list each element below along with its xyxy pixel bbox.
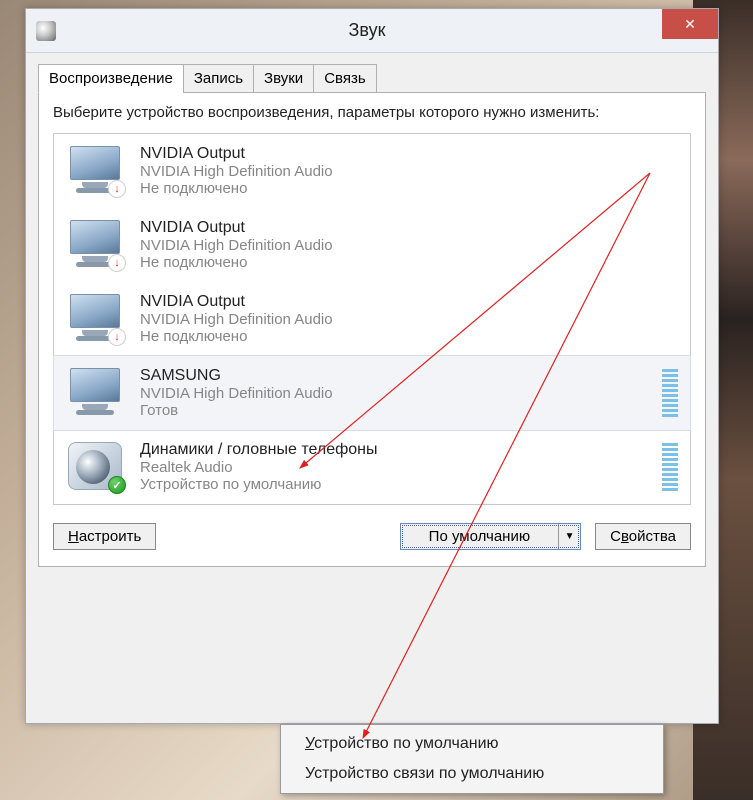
monitor-icon: ↓ bbox=[62, 290, 132, 348]
speaker-icon: ✓ bbox=[62, 438, 132, 496]
device-driver: NVIDIA High Definition Audio bbox=[140, 237, 682, 254]
device-name: NVIDIA Output bbox=[140, 293, 682, 311]
device-row[interactable]: ↓ NVIDIA OutputNVIDIA High Definition Aud… bbox=[54, 208, 690, 282]
device-driver: Realtek Audio bbox=[140, 459, 656, 476]
device-text: NVIDIA OutputNVIDIA High Definition Audi… bbox=[132, 145, 682, 197]
content-area: Воспроизведение Запись Звуки Связь Выбер… bbox=[26, 53, 718, 567]
device-text: Динамики / головные телефоныRealtek Audi… bbox=[132, 441, 656, 493]
device-name: Динамики / головные телефоны bbox=[140, 441, 656, 459]
close-icon: ✕ bbox=[684, 16, 696, 33]
properties-button[interactable]: Свойства bbox=[595, 523, 691, 550]
menu-item-default-device[interactable]: Устройство по умолчанию bbox=[283, 729, 661, 759]
device-row[interactable]: ↓ NVIDIA OutputNVIDIA High Definition Aud… bbox=[54, 134, 690, 208]
device-status: Не подключено bbox=[140, 180, 682, 197]
device-status: Не подключено bbox=[140, 254, 682, 271]
level-meter-icon bbox=[662, 443, 678, 491]
set-default-dropdown-arrow[interactable]: ▼ bbox=[558, 524, 580, 549]
configure-button[interactable]: Настроить bbox=[53, 523, 156, 550]
chevron-down-icon: ▼ bbox=[565, 531, 575, 542]
device-status: Не подключено bbox=[140, 328, 682, 345]
default-dropdown-menu: Устройство по умолчанию Устройство связи… bbox=[280, 724, 664, 794]
device-list[interactable]: ↓NVIDIA OutputNVIDIA High Definition Aud… bbox=[53, 133, 691, 505]
device-text: SAMSUNGNVIDIA High Definition AudioГотов bbox=[132, 367, 656, 419]
device-row[interactable]: ✓ Динамики / головные телефоныRealtek Aud… bbox=[54, 430, 690, 504]
tab-strip: Воспроизведение Запись Звуки Связь bbox=[38, 64, 706, 93]
down-arrow-badge-icon: ↓ bbox=[108, 254, 126, 272]
device-text: NVIDIA OutputNVIDIA High Definition Audi… bbox=[132, 293, 682, 345]
device-driver: NVIDIA High Definition Audio bbox=[140, 385, 656, 402]
set-default-split-button: По умолчанию ▼ bbox=[400, 523, 581, 550]
level-meter-icon bbox=[662, 369, 678, 417]
titlebar[interactable]: Звук ✕ bbox=[26, 9, 718, 53]
monitor-icon: ↓ bbox=[62, 216, 132, 274]
buttons-row: Настроить По умолчанию ▼ Свойства bbox=[53, 523, 691, 550]
window-title: Звук bbox=[56, 20, 718, 41]
device-row[interactable]: ↓ NVIDIA OutputNVIDIA High Definition Aud… bbox=[54, 282, 690, 356]
set-default-button[interactable]: По умолчанию bbox=[401, 524, 558, 549]
instruction-text: Выберите устройство воспроизведения, пар… bbox=[53, 103, 691, 123]
tab-sounds[interactable]: Звуки bbox=[253, 64, 314, 93]
tab-playback[interactable]: Воспроизведение bbox=[38, 64, 184, 93]
device-driver: NVIDIA High Definition Audio bbox=[140, 163, 682, 180]
sound-dialog-window: Звук ✕ Воспроизведение Запись Звуки Связ… bbox=[25, 8, 719, 724]
close-button[interactable]: ✕ bbox=[662, 9, 718, 39]
tab-communications[interactable]: Связь bbox=[313, 64, 376, 93]
device-name: SAMSUNG bbox=[140, 367, 656, 385]
down-arrow-badge-icon: ↓ bbox=[108, 180, 126, 198]
monitor-icon bbox=[62, 364, 132, 422]
device-driver: NVIDIA High Definition Audio bbox=[140, 311, 682, 328]
tab-panel-playback: Выберите устройство воспроизведения, пар… bbox=[38, 92, 706, 567]
device-name: NVIDIA Output bbox=[140, 145, 682, 163]
device-name: NVIDIA Output bbox=[140, 219, 682, 237]
device-row[interactable]: SAMSUNGNVIDIA High Definition AudioГотов bbox=[54, 356, 690, 430]
device-text: NVIDIA OutputNVIDIA High Definition Audi… bbox=[132, 219, 682, 271]
device-status: Устройство по умолчанию bbox=[140, 476, 656, 493]
down-arrow-badge-icon: ↓ bbox=[108, 328, 126, 346]
monitor-icon: ↓ bbox=[62, 142, 132, 200]
device-status: Готов bbox=[140, 402, 656, 419]
system-icon bbox=[36, 21, 56, 41]
menu-item-default-comm-device[interactable]: Устройство связи по умолчанию bbox=[283, 759, 661, 789]
checkmark-badge-icon: ✓ bbox=[108, 476, 126, 494]
tab-recording[interactable]: Запись bbox=[183, 64, 254, 93]
